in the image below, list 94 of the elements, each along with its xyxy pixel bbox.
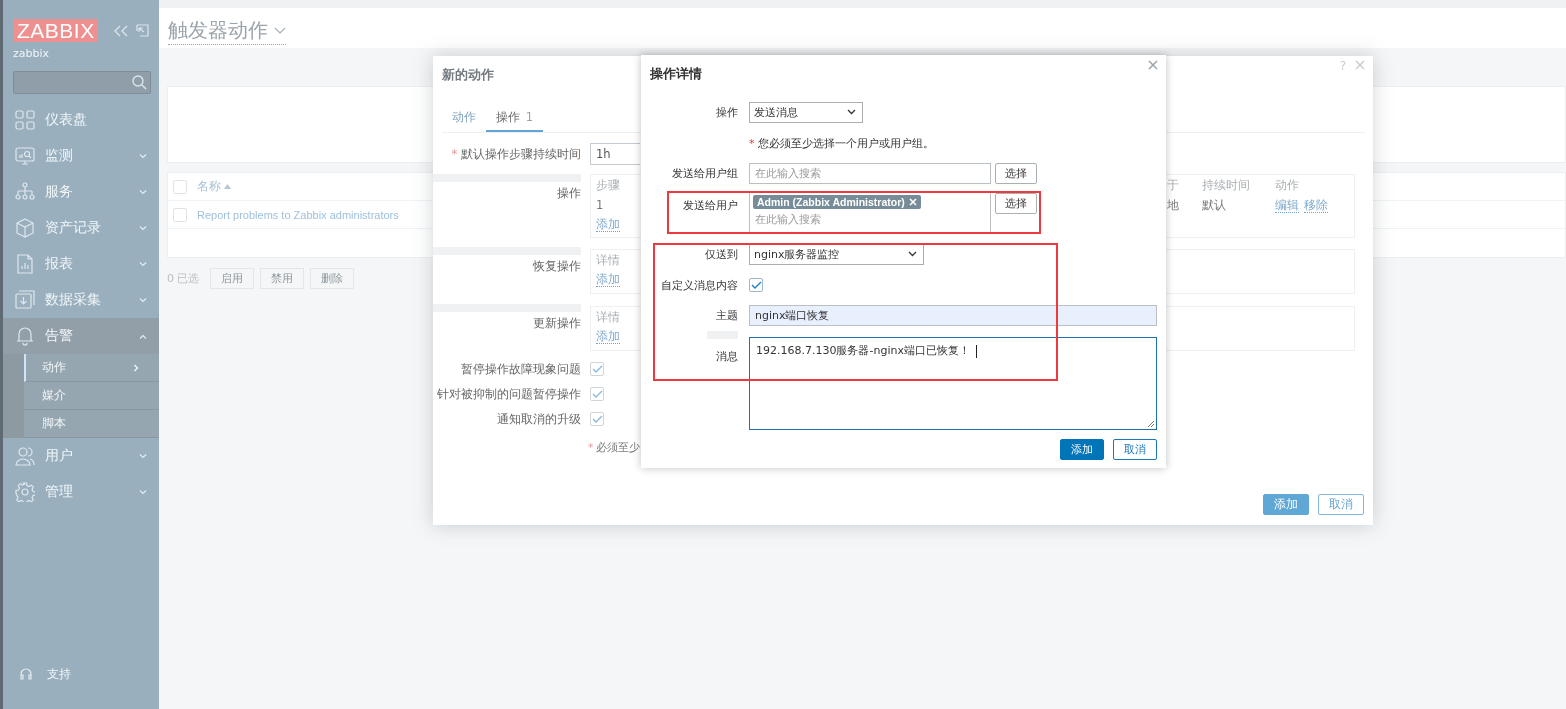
close-icon[interactable]	[1355, 60, 1365, 70]
operation-select[interactable]: 发送消息	[749, 101, 863, 123]
action-link[interactable]: Report problems to Zabbix administrators	[197, 208, 399, 221]
checkbox[interactable]	[590, 362, 604, 376]
submenu-item[interactable]: 动作	[24, 354, 159, 382]
column-header: 于	[1167, 178, 1180, 193]
page-title[interactable]: 触发器动作	[168, 17, 286, 45]
field-label: 仅送到	[705, 246, 738, 262]
checkbox[interactable]	[749, 278, 763, 292]
submenu-item[interactable]: 媒介	[24, 382, 159, 410]
add-link[interactable]: 添加	[596, 271, 620, 287]
menu-item[interactable]: 仪表盘	[3, 102, 159, 138]
hierarchy-icon	[15, 182, 35, 202]
menu-item[interactable]: 管理	[3, 474, 159, 510]
required-note: * 必须至少	[588, 441, 641, 455]
monitor-icon	[15, 146, 35, 166]
field-label: 操作	[433, 174, 581, 222]
gear-icon	[15, 482, 35, 502]
add-button[interactable]: 添加	[1060, 439, 1104, 460]
mass-action-button[interactable]: 删除	[309, 268, 354, 289]
mass-action-button[interactable]: 启用	[209, 268, 254, 289]
column-header: 详情	[596, 252, 620, 268]
column-header: 持续时间	[1202, 178, 1251, 193]
dialog-title: 新的动作	[441, 66, 494, 84]
column-header[interactable]: 名称	[197, 178, 231, 195]
tab[interactable]: 动作	[442, 107, 486, 132]
search-icon[interactable]	[132, 75, 147, 90]
menu-item[interactable]: 报表	[3, 246, 159, 282]
chevron-down-icon[interactable]	[274, 26, 286, 35]
collapse-icon[interactable]	[113, 24, 128, 37]
resize-grip-icon[interactable]	[1147, 420, 1155, 428]
field-label: 发送给用户组	[672, 165, 738, 181]
headset-icon	[19, 667, 33, 681]
column-header: 详情	[596, 309, 620, 325]
user-group-field[interactable]: 在此输入搜索	[749, 162, 991, 184]
add-link[interactable]: 添加	[596, 217, 620, 232]
menu-item[interactable]: 监测	[3, 138, 159, 174]
chevron-right-icon	[134, 363, 139, 372]
menu-item[interactable]: 资产记录	[3, 210, 159, 246]
footer-link[interactable]: 支持	[3, 664, 159, 684]
field-label: 恢复操作	[433, 247, 581, 295]
text-cursor	[975, 344, 977, 358]
search-field[interactable]	[13, 71, 151, 94]
media-type-select[interactable]: nginx服务器监控	[749, 243, 924, 265]
table-cell-text: 默认	[1202, 198, 1227, 213]
table-cell-text: 地	[1167, 198, 1180, 213]
cancel-button[interactable]: 取消	[1113, 439, 1157, 460]
users-icon	[15, 446, 35, 466]
user-tag[interactable]: Admin (Zabbix Administrator)	[753, 195, 921, 209]
checkbox[interactable]	[590, 412, 604, 426]
download-icon	[15, 290, 35, 310]
tab[interactable]: 操作 1	[486, 107, 543, 132]
bell-icon	[15, 326, 35, 346]
grid-icon	[15, 110, 35, 130]
dialog-title: 操作详情	[649, 65, 702, 83]
user-field[interactable]: Admin (Zabbix Administrator) 在此输入搜索	[749, 193, 991, 232]
report-icon	[15, 254, 35, 274]
menu-item[interactable]: 用户	[3, 438, 159, 474]
field-label: 操作	[716, 104, 738, 120]
field-label: 自定义消息内容	[661, 277, 738, 293]
select-button[interactable]: 选择	[995, 193, 1037, 214]
column-header: 动作	[1275, 178, 1300, 193]
server-name: zabbix	[12, 46, 51, 62]
close-icon[interactable]	[1148, 60, 1158, 70]
submenu-item[interactable]: 脚本	[24, 410, 159, 438]
field-label: 暂停操作故障现象问题	[460, 361, 581, 377]
mass-action-button[interactable]: 禁用	[259, 268, 304, 289]
add-link[interactable]: 添加	[596, 328, 620, 344]
field-label: 针对被抑制的问题暂停操作	[436, 386, 581, 402]
subject-field[interactable]: nginx端口恢复	[749, 305, 1157, 326]
table-link[interactable]: 编辑	[1275, 198, 1299, 213]
cancel-button[interactable]: 取消	[1318, 494, 1364, 515]
kiosk-mode-icon[interactable]	[135, 24, 149, 37]
checkbox[interactable]	[590, 387, 604, 401]
message-field[interactable]: 192.168.7.130服务器-nginx端口已恢复！	[749, 337, 1157, 430]
help-link[interactable]: ?	[1339, 59, 1346, 73]
menu-item[interactable]: 数据采集	[3, 282, 159, 318]
column-header: 步骤	[596, 178, 621, 193]
cube-icon	[15, 218, 35, 238]
duration-field[interactable]: 1h	[590, 143, 640, 165]
remove-icon[interactable]	[908, 198, 917, 206]
table-cell-text: 1	[596, 198, 605, 213]
field-label: 通知取消的升级	[496, 411, 581, 427]
zabbix-logo: ZABBIX	[14, 19, 98, 42]
menu-item[interactable]: 告警	[3, 318, 159, 354]
required-note: * 您必须至少选择一个用户或用户组。	[749, 135, 935, 151]
field-label: 发送给用户	[683, 199, 738, 213]
field-label: * 默认操作步骤持续时间	[450, 146, 581, 162]
add-button[interactable]: 添加	[1263, 494, 1309, 515]
table-link[interactable]: 移除	[1304, 198, 1328, 213]
menu-item[interactable]: 服务	[3, 174, 159, 210]
select-button[interactable]: 选择	[995, 162, 1037, 184]
field-label: 主题	[716, 308, 738, 323]
field-label: 更新操作	[433, 304, 581, 352]
